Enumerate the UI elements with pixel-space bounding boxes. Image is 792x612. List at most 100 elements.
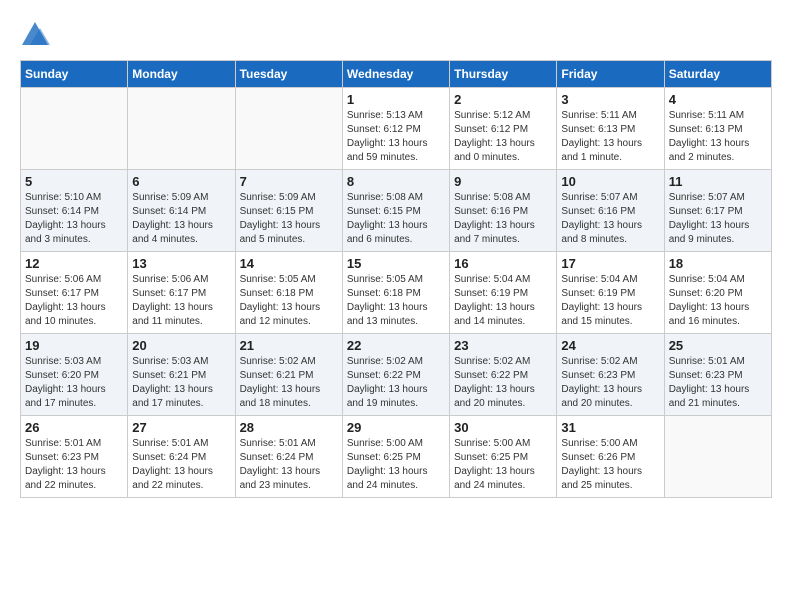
day-info: Sunrise: 5:07 AMSunset: 6:17 PMDaylight:… xyxy=(669,191,767,247)
day-info: Sunrise: 5:02 AMSunset: 6:22 PMDaylight:… xyxy=(454,355,552,411)
calendar-cell: 13 Sunrise: 5:06 AMSunset: 6:17 PMDayligh… xyxy=(128,252,235,334)
day-info: Sunrise: 5:06 AMSunset: 6:17 PMDaylight:… xyxy=(132,273,230,329)
calendar-cell: 23 Sunrise: 5:02 AMSunset: 6:22 PMDayligh… xyxy=(450,334,557,416)
day-info: Sunrise: 5:04 AMSunset: 6:19 PMDaylight:… xyxy=(454,273,552,329)
day-info: Sunrise: 5:13 AMSunset: 6:12 PMDaylight:… xyxy=(347,109,445,165)
day-of-week-header: Thursday xyxy=(450,61,557,88)
day-of-week-header: Tuesday xyxy=(235,61,342,88)
calendar-cell: 20 Sunrise: 5:03 AMSunset: 6:21 PMDayligh… xyxy=(128,334,235,416)
calendar-cell: 26 Sunrise: 5:01 AMSunset: 6:23 PMDayligh… xyxy=(21,416,128,498)
calendar-table: SundayMondayTuesdayWednesdayThursdayFrid… xyxy=(20,60,772,498)
day-number: 4 xyxy=(669,92,767,107)
day-number: 30 xyxy=(454,420,552,435)
calendar-cell: 7 Sunrise: 5:09 AMSunset: 6:15 PMDaylight… xyxy=(235,170,342,252)
day-number: 25 xyxy=(669,338,767,353)
calendar-cell: 22 Sunrise: 5:02 AMSunset: 6:22 PMDayligh… xyxy=(342,334,449,416)
day-info: Sunrise: 5:01 AMSunset: 6:24 PMDaylight:… xyxy=(132,437,230,493)
calendar-cell xyxy=(664,416,771,498)
day-number: 21 xyxy=(240,338,338,353)
day-number: 14 xyxy=(240,256,338,271)
calendar-cell: 14 Sunrise: 5:05 AMSunset: 6:18 PMDayligh… xyxy=(235,252,342,334)
day-number: 15 xyxy=(347,256,445,271)
calendar-cell: 4 Sunrise: 5:11 AMSunset: 6:13 PMDaylight… xyxy=(664,88,771,170)
calendar-week-row: 1 Sunrise: 5:13 AMSunset: 6:12 PMDaylight… xyxy=(21,88,772,170)
calendar-cell: 24 Sunrise: 5:02 AMSunset: 6:23 PMDayligh… xyxy=(557,334,664,416)
day-info: Sunrise: 5:09 AMSunset: 6:14 PMDaylight:… xyxy=(132,191,230,247)
day-number: 13 xyxy=(132,256,230,271)
page-header xyxy=(20,20,772,50)
calendar-cell: 17Sunrise: 5:04 AMSunset: 6:19 PMDayligh… xyxy=(557,252,664,334)
day-number: 12 xyxy=(25,256,123,271)
calendar-cell: 31 Sunrise: 5:00 AMSunset: 6:26 PMDayligh… xyxy=(557,416,664,498)
day-info: Sunrise: 5:10 AMSunset: 6:14 PMDaylight:… xyxy=(25,191,123,247)
day-info: Sunrise: 5:05 AMSunset: 6:18 PMDaylight:… xyxy=(347,273,445,329)
day-number: 3 xyxy=(561,92,659,107)
logo-icon xyxy=(20,20,50,50)
calendar-cell: 18 Sunrise: 5:04 AMSunset: 6:20 PMDayligh… xyxy=(664,252,771,334)
day-number: 29 xyxy=(347,420,445,435)
day-info: Sunrise: 5:02 AMSunset: 6:21 PMDaylight:… xyxy=(240,355,338,411)
day-number: 22 xyxy=(347,338,445,353)
calendar-cell: 10 Sunrise: 5:07 AMSunset: 6:16 PMDayligh… xyxy=(557,170,664,252)
calendar-cell: 19Sunrise: 5:03 AMSunset: 6:20 PMDayligh… xyxy=(21,334,128,416)
day-number: 18 xyxy=(669,256,767,271)
calendar-cell: 3 Sunrise: 5:11 AMSunset: 6:13 PMDaylight… xyxy=(557,88,664,170)
calendar-cell: 12Sunrise: 5:06 AMSunset: 6:17 PMDayligh… xyxy=(21,252,128,334)
day-number: 26 xyxy=(25,420,123,435)
day-number: 6 xyxy=(132,174,230,189)
calendar-cell: 6 Sunrise: 5:09 AMSunset: 6:14 PMDaylight… xyxy=(128,170,235,252)
day-info: Sunrise: 5:01 AMSunset: 6:24 PMDaylight:… xyxy=(240,437,338,493)
day-info: Sunrise: 5:05 AMSunset: 6:18 PMDaylight:… xyxy=(240,273,338,329)
day-number: 8 xyxy=(347,174,445,189)
day-number: 10 xyxy=(561,174,659,189)
day-number: 31 xyxy=(561,420,659,435)
day-number: 2 xyxy=(454,92,552,107)
calendar-cell: 15 Sunrise: 5:05 AMSunset: 6:18 PMDayligh… xyxy=(342,252,449,334)
day-number: 1 xyxy=(347,92,445,107)
calendar-cell xyxy=(21,88,128,170)
calendar-cell: 8 Sunrise: 5:08 AMSunset: 6:15 PMDaylight… xyxy=(342,170,449,252)
day-info: Sunrise: 5:08 AMSunset: 6:15 PMDaylight:… xyxy=(347,191,445,247)
day-number: 24 xyxy=(561,338,659,353)
calendar-cell: 5 Sunrise: 5:10 AMSunset: 6:14 PMDaylight… xyxy=(21,170,128,252)
day-info: Sunrise: 5:11 AMSunset: 6:13 PMDaylight:… xyxy=(561,109,659,165)
day-number: 7 xyxy=(240,174,338,189)
day-info: Sunrise: 5:12 AMSunset: 6:12 PMDaylight:… xyxy=(454,109,552,165)
day-number: 5 xyxy=(25,174,123,189)
day-number: 28 xyxy=(240,420,338,435)
day-of-week-header: Wednesday xyxy=(342,61,449,88)
calendar-week-row: 19Sunrise: 5:03 AMSunset: 6:20 PMDayligh… xyxy=(21,334,772,416)
calendar-cell: 28 Sunrise: 5:01 AMSunset: 6:24 PMDayligh… xyxy=(235,416,342,498)
day-info: Sunrise: 5:09 AMSunset: 6:15 PMDaylight:… xyxy=(240,191,338,247)
calendar-cell xyxy=(128,88,235,170)
day-info: Sunrise: 5:11 AMSunset: 6:13 PMDaylight:… xyxy=(669,109,767,165)
day-number: 9 xyxy=(454,174,552,189)
day-info: Sunrise: 5:00 AMSunset: 6:26 PMDaylight:… xyxy=(561,437,659,493)
calendar-cell xyxy=(235,88,342,170)
day-number: 20 xyxy=(132,338,230,353)
calendar-week-row: 12 Sunrise: 5:06 AMSunset: 6:17 PMDayligh… xyxy=(21,252,772,334)
calendar-header-row: SundayMondayTuesdayWednesdayThursdayFrid… xyxy=(21,61,772,88)
day-info: Sunrise: 5:07 AMSunset: 6:16 PMDaylight:… xyxy=(561,191,659,247)
calendar-cell: 30 Sunrise: 5:00 AMSunset: 6:25 PMDayligh… xyxy=(450,416,557,498)
calendar-cell: 27 Sunrise: 5:01 AMSunset: 6:24 PMDayligh… xyxy=(128,416,235,498)
day-info: Sunrise: 5:01 AMSunset: 6:23 PMDaylight:… xyxy=(25,437,123,493)
day-number: 23 xyxy=(454,338,552,353)
day-info: Sunrise: 5:02 AMSunset: 6:23 PMDaylight:… xyxy=(561,355,659,411)
day-info: Sunrise: 5:04 AMSunset: 6:20 PMDaylight:… xyxy=(669,273,767,329)
calendar-week-row: 5 Sunrise: 5:10 AMSunset: 6:14 PMDaylight… xyxy=(21,170,772,252)
calendar-cell: 9 Sunrise: 5:08 AMSunset: 6:16 PMDaylight… xyxy=(450,170,557,252)
calendar-cell: 2 Sunrise: 5:12 AMSunset: 6:12 PMDaylight… xyxy=(450,88,557,170)
day-info: Sunrise: 5:00 AMSunset: 6:25 PMDaylight:… xyxy=(454,437,552,493)
day-info: Sunrise: 5:03 AMSunset: 6:21 PMDaylight:… xyxy=(132,355,230,411)
day-number: 11 xyxy=(669,174,767,189)
calendar-cell: 11 Sunrise: 5:07 AMSunset: 6:17 PMDayligh… xyxy=(664,170,771,252)
day-number: 19 xyxy=(25,338,123,353)
calendar-cell: 29Sunrise: 5:00 AMSunset: 6:25 PMDayligh… xyxy=(342,416,449,498)
day-info: Sunrise: 5:08 AMSunset: 6:16 PMDaylight:… xyxy=(454,191,552,247)
day-info: Sunrise: 5:02 AMSunset: 6:22 PMDaylight:… xyxy=(347,355,445,411)
day-of-week-header: Monday xyxy=(128,61,235,88)
calendar-cell: 21 Sunrise: 5:02 AMSunset: 6:21 PMDayligh… xyxy=(235,334,342,416)
day-info: Sunrise: 5:01 AMSunset: 6:23 PMDaylight:… xyxy=(669,355,767,411)
day-number: 27 xyxy=(132,420,230,435)
